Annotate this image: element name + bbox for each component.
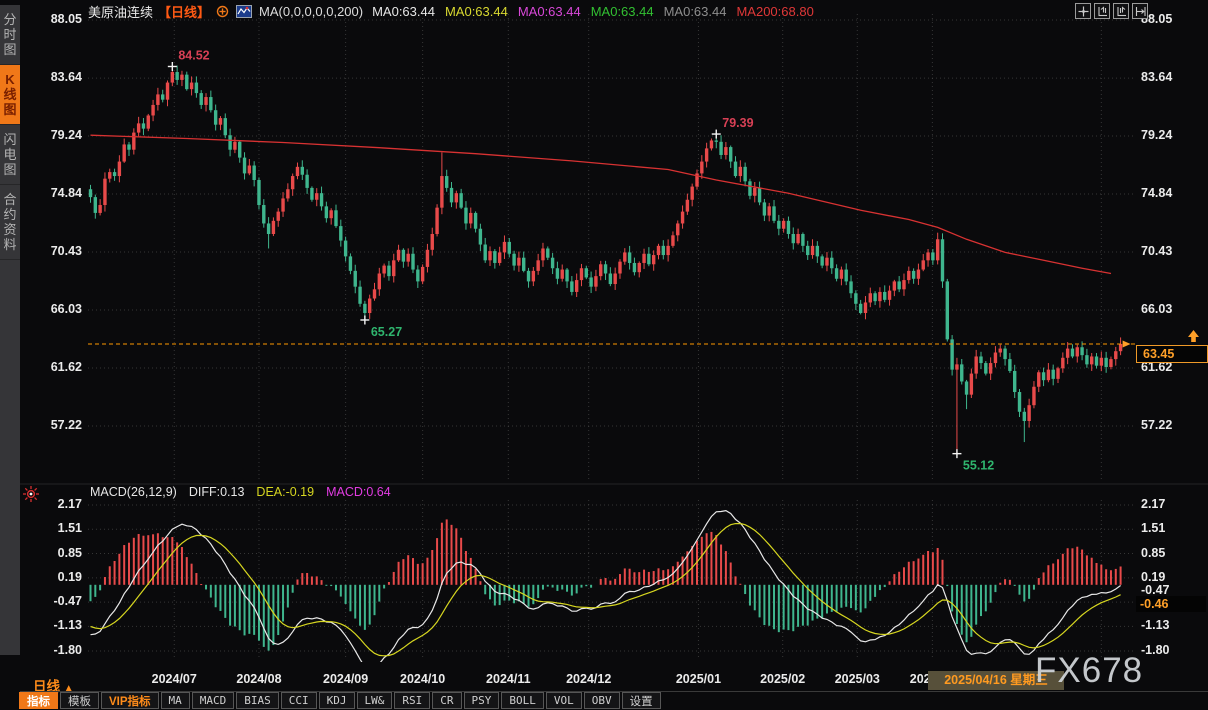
pan-icon[interactable] [1075, 3, 1091, 19]
macd-axis-label: -1.80 [1141, 643, 1170, 657]
x-axis-label: 2025/01 [676, 672, 721, 686]
x-axis-label: 2024/10 [400, 672, 445, 686]
ma-formula: MA(0,0,0,0,0,200) [259, 4, 363, 19]
period-badge: 【日线】 [158, 2, 210, 21]
svg-text:84.52: 84.52 [178, 48, 209, 62]
indicator-button-obv[interactable]: OBV [584, 692, 620, 709]
axis-fit-left-icon[interactable] [1094, 3, 1110, 19]
ma-value: MA200:68.80 [736, 4, 813, 19]
price-axis-label: 74.84 [20, 186, 82, 200]
sidebar: 分时图 K线图 闪电图 合约资料 [0, 5, 20, 655]
macd-axis-label: 2.17 [1141, 497, 1165, 511]
macd-axis-label: -0.47 [20, 594, 82, 608]
svg-text:55.12: 55.12 [963, 459, 994, 473]
indicator-button-kdj[interactable]: KDJ [319, 692, 355, 709]
indicator-button-cci[interactable]: CCI [281, 692, 317, 709]
ma-value: MA0:63.44 [664, 4, 727, 19]
indicator-button-模板[interactable]: 模板 [60, 692, 99, 709]
x-axis-label: 2024/09 [323, 672, 368, 686]
svg-text:79.39: 79.39 [722, 116, 753, 130]
indicator-button-指标[interactable]: 指标 [19, 692, 58, 709]
chart-app: 84.52 79.39 65.27 55.12 分时图 K线图 闪电图 合约资料 美原… [0, 0, 1208, 710]
macd-current-tag: -0.46 [1136, 596, 1206, 612]
macd-axis-label: -1.13 [20, 618, 82, 632]
macd-header: MACD(26,12,9) DIFF:0.13 DEA:-0.19 MACD:0… [90, 485, 391, 499]
sidebar-tab-label: 分时图 [3, 12, 17, 57]
indicator-button-rsi[interactable]: RSI [394, 692, 430, 709]
price-axis-label: 57.22 [1141, 418, 1172, 432]
price-axis-label: 88.05 [20, 12, 82, 26]
x-axis-label: 2025/03 [835, 672, 880, 686]
indicator-button-cr[interactable]: CR [432, 692, 461, 709]
sidebar-tab-lightning-chart[interactable]: 闪电图 [0, 125, 20, 185]
price-axis-label: 74.84 [1141, 186, 1172, 200]
indicator-button-vip指标[interactable]: VIP指标 [101, 692, 159, 709]
chart-canvas[interactable]: 84.52 79.39 65.27 55.12 [0, 0, 1208, 710]
indicator-button-bias[interactable]: BIAS [236, 692, 279, 709]
macd-dea-value: DEA:-0.19 [256, 485, 314, 499]
indicator-button-vol[interactable]: VOL [546, 692, 582, 709]
price-axis-label: 79.24 [20, 128, 82, 142]
sidebar-tab-contract-info[interactable]: 合约资料 [0, 185, 20, 260]
x-axis-label: 2024/08 [236, 672, 281, 686]
ma-value: MA0:63.44 [445, 4, 508, 19]
price-axis-label: 66.03 [20, 302, 82, 316]
macd-axis-label: 0.19 [1141, 570, 1165, 584]
current-price-tag: 63.45 [1136, 345, 1208, 363]
price-axis-label: 61.62 [20, 360, 82, 374]
symbol-name: 美原油连续 [88, 2, 153, 21]
sidebar-tab-label: 闪电图 [3, 132, 17, 177]
alert-marker-icon[interactable] [22, 485, 40, 503]
price-axis-label: 83.64 [1141, 70, 1172, 84]
macd-axis-label: -1.80 [20, 643, 82, 657]
macd-axis-label: 1.51 [1141, 521, 1165, 535]
macd-diff-value: DIFF:0.13 [189, 485, 245, 499]
price-axis-label: 70.43 [1141, 244, 1172, 258]
price-axis-label: 57.22 [20, 418, 82, 432]
macd-macd-value: MACD:0.64 [326, 485, 391, 499]
indicator-button-macd[interactable]: MACD [192, 692, 235, 709]
x-axis-label: 2024/11 [486, 672, 531, 686]
watermark-logo: FX678 [1035, 651, 1143, 691]
ma-value: MA0:63.44 [372, 4, 435, 19]
macd-axis-label: -0.47 [1141, 583, 1170, 597]
sidebar-tab-time-chart[interactable]: 分时图 [0, 5, 20, 65]
x-axis-label: 2024/07 [152, 672, 197, 686]
price-axis-label: 83.64 [20, 70, 82, 84]
ma-value: MA0:63.44 [591, 4, 654, 19]
macd-axis-label: 0.85 [1141, 546, 1165, 560]
add-indicator-icon[interactable] [216, 5, 229, 18]
mini-chart-icon [236, 5, 252, 18]
price-axis-label: 79.24 [1141, 128, 1172, 142]
indicator-toolbar: 指标模板VIP指标MAMACDBIASCCIKDJLW&RSICRPSYBOLL… [19, 692, 661, 709]
sidebar-tab-label: 合约资料 [3, 192, 17, 252]
ma-value: MA0:63.44 [518, 4, 581, 19]
sidebar-tab-kline-chart[interactable]: K线图 [0, 65, 20, 125]
x-axis-label: 2025/02 [760, 672, 805, 686]
macd-axis-label: -1.13 [1141, 618, 1170, 632]
svg-text:65.27: 65.27 [371, 325, 402, 339]
indicator-button-lw&[interactable]: LW& [357, 692, 393, 709]
sidebar-tab-label: K线图 [3, 72, 17, 117]
indicator-button-boll[interactable]: BOLL [501, 692, 544, 709]
macd-axis-label: 0.19 [20, 570, 82, 584]
macd-axis-label: 1.51 [20, 521, 82, 535]
x-axis-label: 2024/12 [566, 672, 611, 686]
chart-header: 美原油连续 【日线】 MA(0,0,0,0,0,200) MA0:63.44MA… [88, 3, 814, 19]
indicator-button-设置[interactable]: 设置 [622, 692, 661, 709]
macd-axis-label: 0.85 [20, 546, 82, 560]
axis-fit-right-icon[interactable] [1113, 3, 1129, 19]
window-toolbar [1075, 3, 1148, 19]
price-axis-label: 66.03 [1141, 302, 1172, 316]
expand-pane-icon[interactable] [1132, 3, 1148, 19]
indicator-button-ma[interactable]: MA [161, 692, 190, 709]
price-axis-label: 70.43 [20, 244, 82, 258]
macd-title: MACD(26,12,9) [90, 485, 177, 499]
indicator-button-psy[interactable]: PSY [464, 692, 500, 709]
ma-values: MA0:63.44 MA0:63.44 MA0:63.44 MA0:63.44 MA0:… [372, 4, 814, 19]
